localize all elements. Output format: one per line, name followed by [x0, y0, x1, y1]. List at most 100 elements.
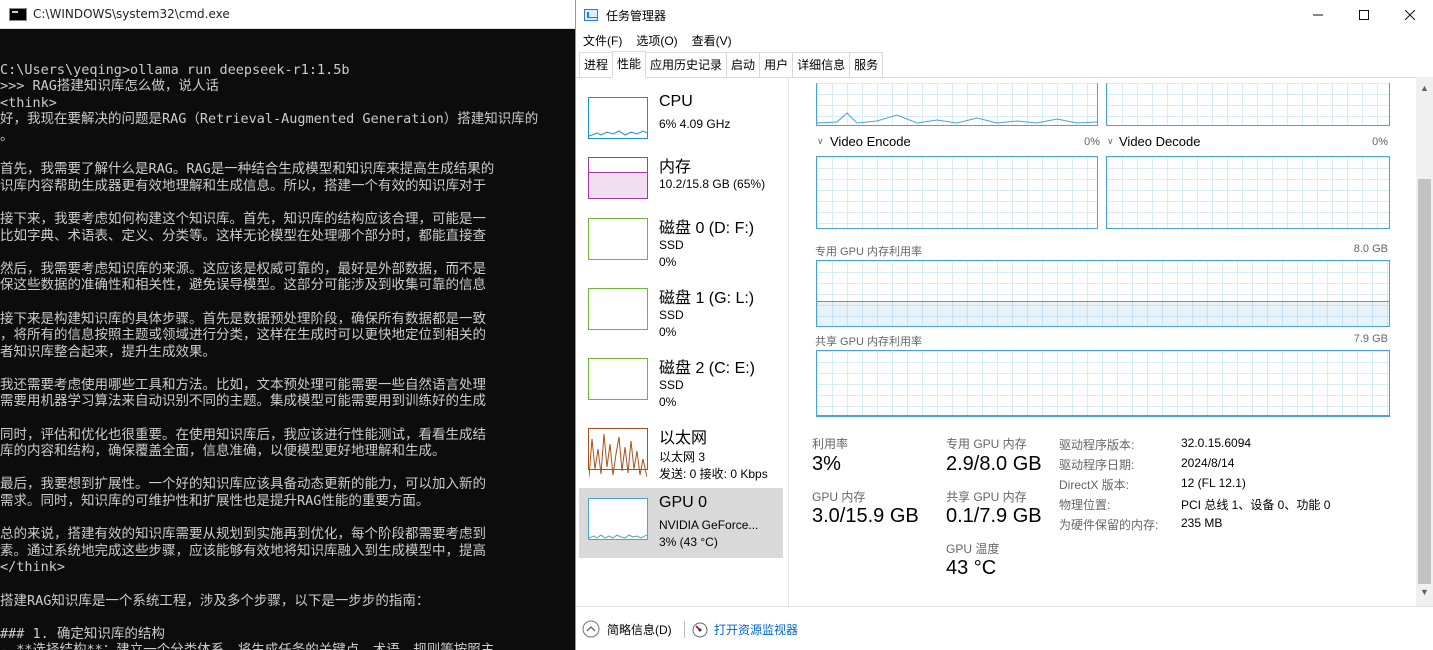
cpu-thumbnail-graph: [588, 97, 648, 139]
driver-version-value: 32.0.15.6094: [1181, 436, 1252, 450]
cmd-console-output[interactable]: C:\Users\yeqing>ollama run deepseek-r1:1…: [0, 29, 575, 650]
device-name: GPU 0: [659, 494, 708, 511]
menu-options[interactable]: 选项(O): [629, 32, 684, 49]
device-name: 内存: [659, 159, 692, 176]
device-detail: 以太网 3: [659, 450, 706, 464]
disk-thumbnail-graph: [588, 218, 648, 260]
tm-footer: 简略信息(D) 打开资源监视器: [576, 606, 1433, 650]
chevron-down-icon[interactable]: ∨: [1107, 136, 1114, 147]
ethernet-thumbnail-graph: [588, 428, 648, 478]
open-resource-monitor-label: 打开资源监视器: [714, 623, 799, 637]
fewer-details-label: 简略信息(D): [607, 622, 672, 637]
scroll-up-arrow-icon[interactable]: ▲: [1416, 83, 1433, 93]
cmd-titlebar[interactable]: C:\WINDOWS\system32\cmd.exe: [0, 0, 575, 29]
disk-thumbnail-graph: [588, 288, 648, 330]
console-line: 。: [0, 127, 14, 144]
tab-services[interactable]: 服务: [849, 52, 884, 77]
driver-version-label: 驱动程序版本:: [1059, 438, 1135, 452]
dedicated-memory-graph: [816, 260, 1390, 327]
device-usage: 0%: [659, 325, 677, 339]
menu-file[interactable]: 文件(F): [576, 32, 629, 49]
dedicated-memory-max: 8.0 GB: [1353, 243, 1388, 255]
menu-view[interactable]: 查看(V): [685, 32, 739, 49]
console-line: 保这些数据的准确性和相关性，避免误导模型。这部分可能涉及到收集可靠的信息: [0, 277, 486, 294]
device-name: 以太网: [659, 430, 708, 447]
task-manager-app-icon: [584, 9, 598, 21]
tab-startup[interactable]: 启动: [726, 52, 761, 77]
console-line: 者知识库整合起来，提升生成效果。: [0, 343, 216, 360]
console-line: 素。通过系统地完成这些步骤，应该能够有效地将知识库融入到生成模型中，提高: [0, 542, 486, 559]
disk-thumbnail-graph: [588, 358, 648, 400]
device-item-gpu-0[interactable]: GPU 0 NVIDIA GeForce... 3% (43 °C): [579, 488, 783, 558]
device-name: 磁盘 1 (G: L:): [659, 290, 755, 307]
tab-users[interactable]: 用户: [759, 52, 794, 77]
device-name: 磁盘 2 (C: E:): [659, 360, 756, 377]
gpu-temperature-value: 43 °C: [946, 557, 997, 579]
device-item-ethernet[interactable]: 以太网 以太网 3 发送: 0 接收: 0 Kbps: [579, 418, 783, 488]
tab-details[interactable]: 详细信息: [792, 52, 851, 77]
tm-titlebar[interactable]: 任务管理器: [576, 0, 1433, 30]
tab-processes[interactable]: 进程: [579, 52, 614, 77]
driver-date-value: 2024/8/14: [1181, 456, 1235, 470]
open-resource-monitor-link[interactable]: 打开资源监视器: [692, 621, 798, 638]
utilization-label: 利用率: [812, 437, 849, 451]
device-detail: 10.2/15.8 GB (65%): [659, 177, 766, 191]
console-line: 库的内容和结构，确保覆盖全面，信息准确，以便模型更好地理解和生成。: [0, 443, 446, 460]
device-type: SSD: [659, 238, 684, 252]
maximize-icon: [1359, 10, 1369, 20]
vertical-scrollbar[interactable]: ▲ ▼: [1416, 77, 1433, 607]
gpu-memory-value: 3.0/15.9 GB: [812, 505, 919, 527]
fewer-details-button[interactable]: 简略信息(D): [582, 620, 672, 638]
hardware-reserved-memory-label: 为硬件保留的内存:: [1059, 518, 1159, 532]
engine-graph-copy: [1106, 83, 1390, 126]
dedicated-memory-value: 2.9/8.0 GB: [946, 453, 1042, 475]
console-line: 搭建RAG知识库是一个系统工程，涉及多个步骤，以下是一步步的指南：: [0, 592, 430, 609]
scroll-down-arrow-icon[interactable]: ▼: [1416, 587, 1433, 597]
task-manager-window: 任务管理器 文件(F) 选项(O) 查看(V) 进程 性能 应用历史记录 启动 …: [575, 0, 1433, 650]
maximize-button[interactable]: [1341, 0, 1387, 30]
directx-version-value: 12 (FL 12.1): [1181, 476, 1246, 490]
dedicated-memory-label: 专用 GPU 内存: [946, 437, 1027, 451]
close-button[interactable]: [1387, 0, 1433, 30]
tab-app-history[interactable]: 应用历史记录: [645, 52, 728, 77]
physical-location-value: PCI 总线 1、设备 0、功能 0: [1181, 498, 1331, 512]
chevron-down-icon[interactable]: ∨: [817, 136, 824, 147]
driver-date-label: 驱动程序日期:: [1059, 458, 1135, 472]
console-line: 好，我现在要解决的问题是RAG（Retrieval-Augmented Gene…: [0, 111, 539, 128]
device-item-memory[interactable]: 内存 10.2/15.8 GB (65%): [579, 147, 783, 217]
device-throughput: 发送: 0 接收: 0 Kbps: [659, 467, 768, 481]
device-usage: 0%: [659, 255, 677, 269]
cmd-app-icon: [9, 7, 27, 21]
console-line: </think>: [0, 559, 66, 576]
device-item-disk-2[interactable]: 磁盘 2 (C: E:) SSD 0%: [579, 348, 783, 418]
console-line: 需要用机器学习算法来自动识别不同的主题。集成模型可能需要用到训练好的生成: [0, 393, 486, 410]
directx-version-label: DirectX 版本:: [1059, 478, 1130, 492]
tab-performance[interactable]: 性能: [612, 51, 647, 78]
tm-title-text: 任务管理器: [606, 8, 667, 23]
footer-divider: [684, 621, 685, 638]
minimize-icon: [1313, 14, 1323, 16]
console-line: 最后，我要想到扩展性。一个好的知识库应该具备动态更新的能力，可以加入新的: [0, 476, 486, 493]
video-encode-label: Video Encode: [830, 134, 911, 149]
console-line: <think>: [0, 94, 57, 111]
console-line: C:\Users\yeqing>ollama run deepseek-r1:1…: [0, 61, 350, 78]
minimize-button[interactable]: [1295, 0, 1341, 30]
console-line: 接下来，我要考虑如何构建这个知识库。首先，知识库的结构应该合理，可能是一: [0, 210, 486, 227]
console-line: 然后，我需要考虑知识库的来源。这应该是权威可靠的，最好是外部数据，而不是: [0, 260, 486, 277]
performance-device-list: CPU 6% 4.09 GHz 内存 10.2/15.8 GB (65%) 磁盘…: [576, 77, 789, 607]
shared-memory-max: 7.9 GB: [1353, 333, 1388, 345]
device-type: SSD: [659, 378, 684, 392]
scrollbar-thumb[interactable]: [1418, 179, 1431, 584]
device-item-disk-0[interactable]: 磁盘 0 (D: F:) SSD 0%: [579, 208, 783, 278]
device-item-disk-1[interactable]: 磁盘 1 (G: L:) SSD 0%: [579, 278, 783, 348]
console-line: - **选择结构**：建立一个分类体系，将生成任务的关键点、术语、规则等按照主: [0, 642, 575, 650]
